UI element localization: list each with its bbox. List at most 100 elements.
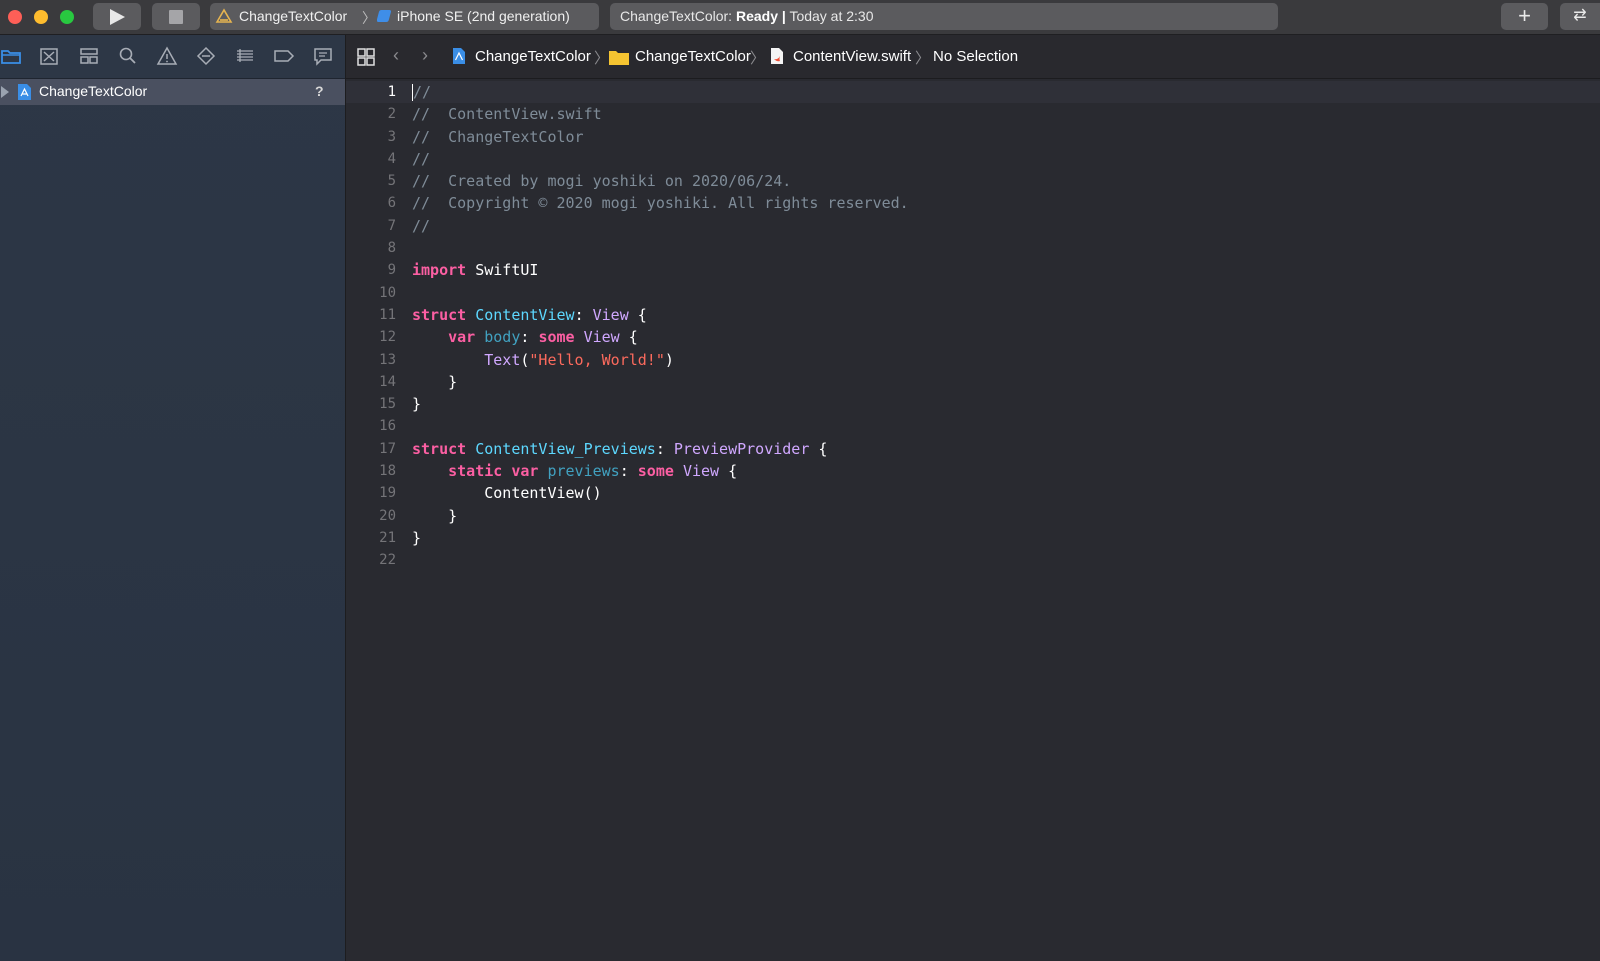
breakpoint-icon[interactable] [273, 46, 295, 66]
line-number: 17 [379, 440, 396, 457]
breadcrumb-separator-icon: 〉 [750, 50, 766, 67]
hierarchy-icon[interactable] [78, 46, 100, 66]
breadcrumb-project[interactable]: ChangeTextColor [475, 48, 591, 65]
line-source: } [448, 372, 458, 391]
navigator-sidebar: ChangeTextColor ? [0, 35, 346, 961]
line-source: var body: some View { [448, 328, 638, 347]
status-time: Today at 2:30 [789, 8, 874, 24]
line-source: // Copyright © 2020 mogi yoshiki. All ri… [412, 192, 909, 214]
warning-icon[interactable] [156, 46, 178, 66]
status-project: ChangeTextColor: [620, 8, 733, 24]
line-number: 20 [379, 507, 396, 524]
breadcrumb-folder[interactable]: ChangeTextColor [635, 48, 751, 65]
project-item-label: ChangeTextColor [39, 83, 148, 99]
stop-icon [169, 10, 183, 24]
zoom-window-button[interactable] [60, 10, 74, 24]
line-source: // [412, 81, 431, 103]
activity-status: ChangeTextColor: Ready | Today at 2:30 [620, 8, 874, 24]
report-icon[interactable] [312, 46, 334, 66]
line-source: // Created by mogi yoshiki on 2020/06/24… [412, 170, 791, 192]
line-number: 5 [387, 173, 396, 190]
line-number: 15 [379, 396, 396, 413]
forward-chevron-icon[interactable]: › [422, 45, 428, 66]
line-source: Text("Hello, World!") [484, 350, 674, 369]
breadcrumb-separator-icon: 〉 [915, 50, 931, 67]
comment-text: // Created by mogi yoshiki on 2020/06/24… [412, 172, 792, 191]
scheme-name[interactable]: ChangeTextColor [239, 8, 347, 24]
test-icon[interactable] [195, 46, 217, 66]
line-number: 18 [379, 463, 396, 480]
project-file-icon [18, 84, 31, 100]
status-separator: | [781, 8, 786, 24]
line-source: struct ContentView: View { [412, 305, 647, 324]
search-icon[interactable] [117, 46, 139, 66]
line-source: } [448, 506, 458, 525]
line-number: 10 [379, 284, 396, 301]
line-source: // ContentView.swift [412, 103, 602, 125]
related-items-icon[interactable] [357, 48, 375, 66]
folder-icon[interactable] [0, 46, 22, 66]
comment-text: // ChangeTextColor [412, 127, 584, 146]
line-number: 16 [379, 418, 396, 435]
swift-file-icon [771, 48, 783, 64]
minimize-window-button[interactable] [34, 10, 48, 24]
back-chevron-icon[interactable]: ‹ [393, 45, 399, 66]
scheme-selector[interactable]: ChangeTextColor 〉 iPhone SE (2nd generat… [210, 3, 599, 30]
line-source: } [412, 528, 422, 547]
run-button[interactable] [93, 3, 141, 30]
source-control-status-badge: ? [315, 83, 324, 99]
comment-text: // Copyright © 2020 mogi yoshiki. All ri… [412, 194, 909, 213]
scheme-separator-icon: 〉 [362, 10, 376, 26]
folder-icon [609, 51, 629, 65]
line-number: 6 [387, 195, 396, 212]
comment-text: // ContentView.swift [412, 105, 602, 124]
project-file-icon [453, 48, 465, 64]
disclosure-triangle-icon[interactable] [1, 86, 9, 98]
line-number: 9 [387, 262, 396, 279]
line-number: 1 [387, 84, 396, 100]
line-number: 11 [379, 306, 396, 323]
line-number: 3 [387, 128, 396, 145]
app-target-icon [215, 8, 233, 23]
comment-text: // [412, 149, 431, 168]
comment-text: // [412, 216, 431, 235]
activity-viewer: ChangeTextColor: Ready | Today at 2:30 [610, 3, 1278, 30]
status-state: Ready [735, 8, 778, 24]
device-icon [377, 10, 391, 22]
line-number: 8 [387, 240, 396, 257]
line-source: // [412, 215, 430, 237]
line-number: 19 [379, 485, 396, 502]
line-number: 7 [387, 217, 396, 234]
stop-button[interactable] [152, 3, 200, 30]
line-number: 4 [387, 150, 396, 167]
source-editor[interactable]: 1 // 2 // ContentView.swift 3 // ChangeTextCo… [346, 79, 1600, 961]
device-name[interactable]: iPhone SE (2nd generation) [397, 8, 570, 24]
breadcrumb-symbol[interactable]: No Selection [933, 48, 1018, 65]
line-source: static var previews: some View { [448, 462, 738, 481]
play-icon [110, 9, 125, 25]
breadcrumb-file[interactable]: ContentView.swift [793, 48, 911, 65]
library-add-button[interactable]: + [1501, 3, 1548, 30]
source-control-icon[interactable] [38, 46, 60, 66]
line-source: // [412, 148, 430, 170]
debug-icon[interactable] [234, 46, 256, 66]
line-number: 14 [379, 373, 396, 390]
close-window-button[interactable] [8, 10, 22, 24]
line-source: struct ContentView_Previews: PreviewProv… [412, 439, 828, 458]
window-toolbar: ChangeTextColor 〉 iPhone SE (2nd generat… [0, 0, 1600, 35]
line-number: 13 [379, 351, 396, 368]
line-source: // ChangeTextColor [412, 126, 584, 148]
current-line-highlight [346, 81, 1600, 103]
project-tree-item[interactable]: ChangeTextColor ? [0, 79, 345, 105]
breadcrumb-separator-icon: 〉 [594, 50, 610, 67]
line-number: 22 [379, 552, 396, 569]
line-source: ContentView() [484, 484, 602, 503]
editor-jump-bar: ‹ › ChangeTextColor 〉 ChangeTextColor 〉 … [346, 35, 1600, 79]
line-source: import SwiftUI [412, 261, 539, 280]
comment-text: // [413, 83, 432, 101]
line-number: 21 [379, 529, 396, 546]
line-number: 12 [379, 329, 396, 346]
code-review-button[interactable]: ⇄ [1560, 3, 1600, 30]
line-number: 2 [387, 106, 396, 123]
line-source: } [412, 395, 422, 414]
